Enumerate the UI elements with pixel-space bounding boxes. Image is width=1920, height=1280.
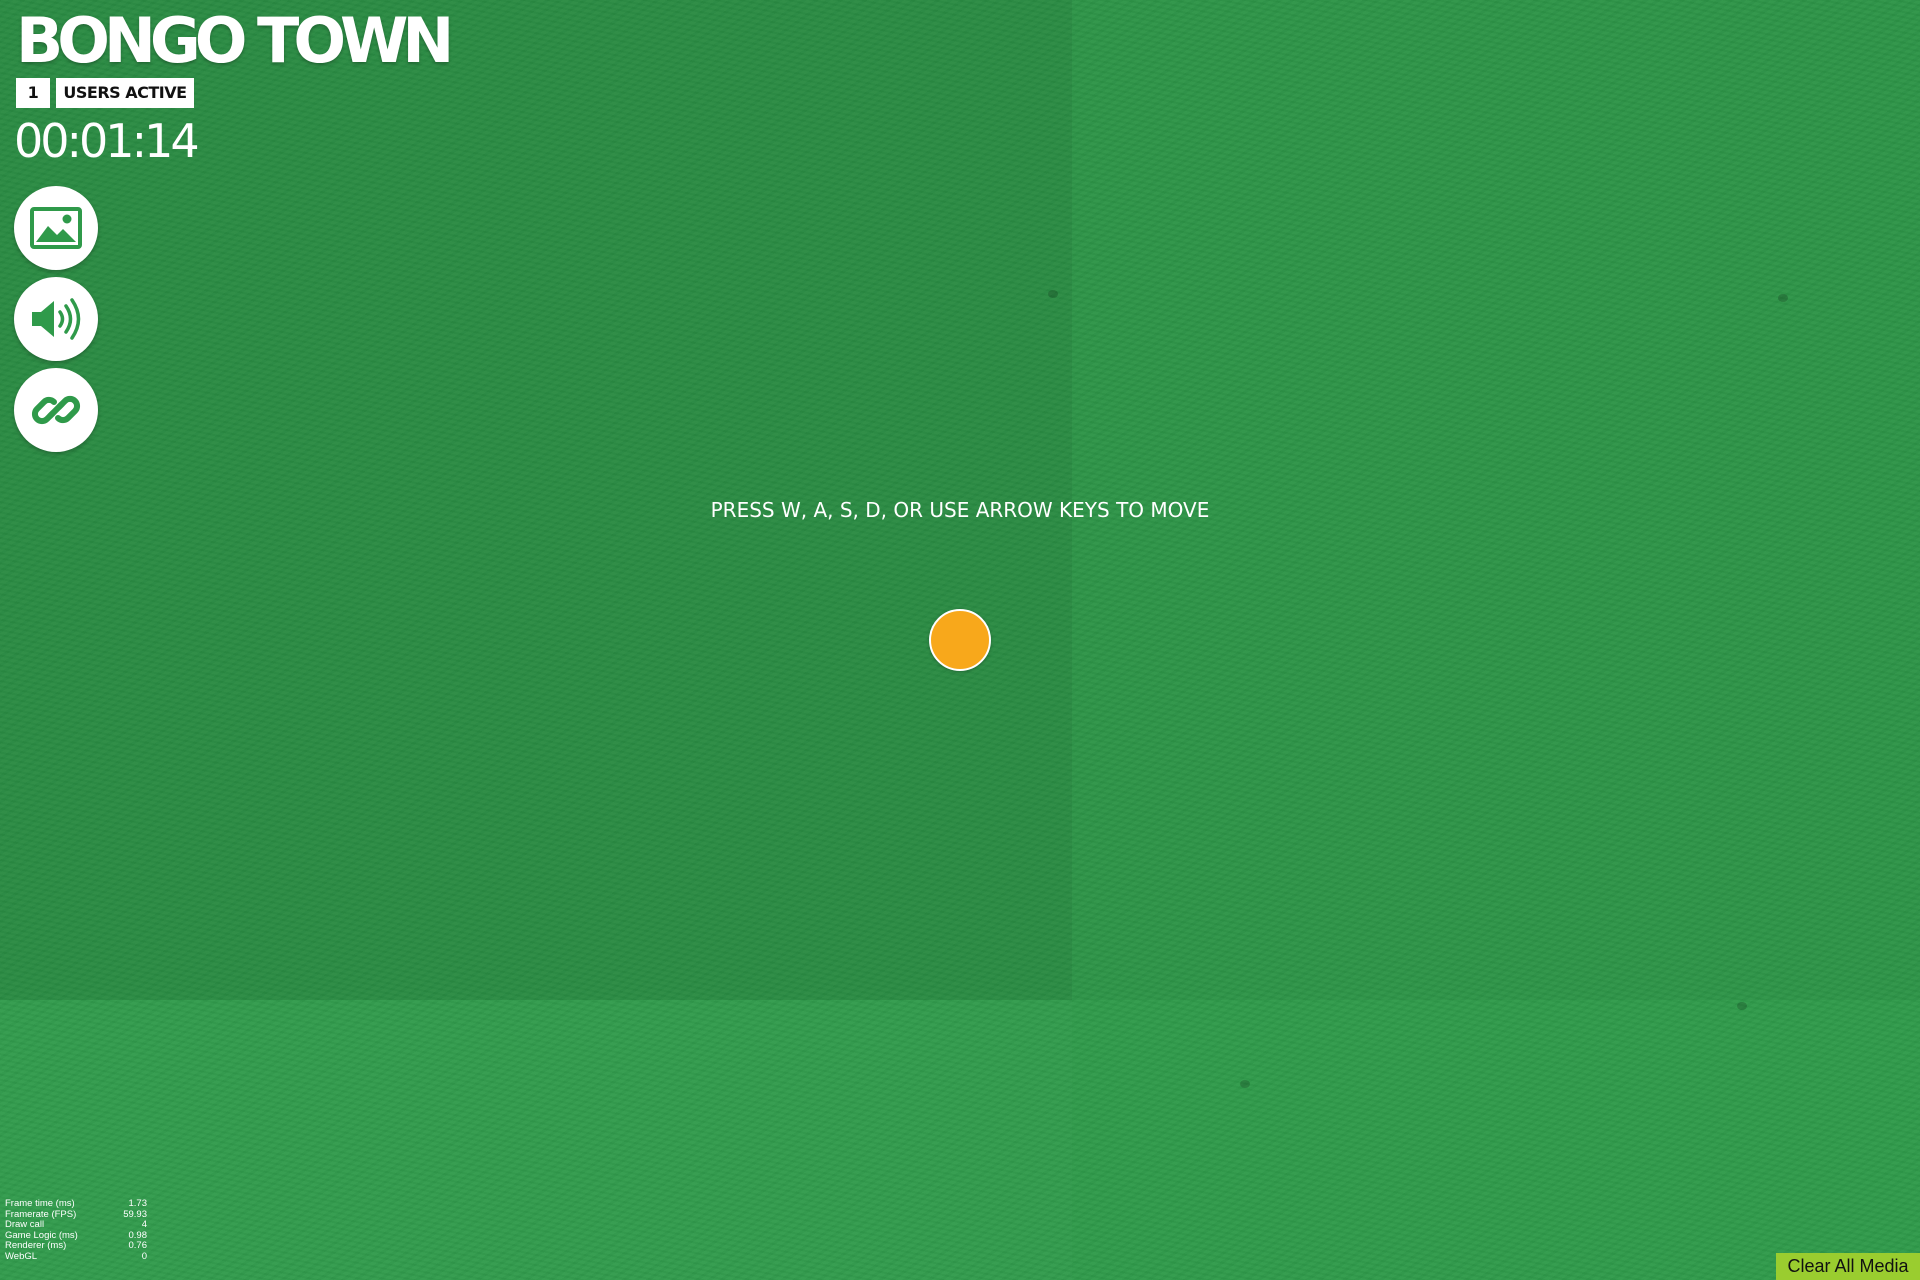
ground-speck — [1048, 290, 1058, 298]
stat-row: Draw call 4 — [5, 1219, 147, 1231]
users-active-badge: 1 USERS ACTIVE — [16, 78, 194, 108]
stat-label: Frame time (ms) — [5, 1198, 75, 1209]
ground-speck — [1778, 294, 1788, 302]
player-avatar[interactable] — [929, 609, 991, 671]
stat-label: Draw call — [5, 1219, 45, 1230]
users-active-label: USERS ACTIVE — [56, 78, 194, 108]
clear-all-media-button[interactable]: Clear All Media — [1776, 1253, 1920, 1280]
image-icon — [30, 207, 82, 249]
stat-value: 4 — [141, 1219, 147, 1230]
stat-row: Frame time (ms) 1.73 — [5, 1198, 148, 1210]
world-tile-bottom-left — [0, 1000, 1072, 1280]
movement-instructions: PRESS W, A, S, D, OR USE ARROW KEYS TO M… — [710, 498, 1210, 522]
stat-value: 0 — [141, 1250, 147, 1262]
stat-value: 0.76 — [128, 1240, 148, 1251]
add-image-button[interactable] — [14, 186, 98, 270]
stat-row: Renderer (ms) 0.76 — [5, 1240, 148, 1252]
stat-row: WebGL 0 — [5, 1250, 147, 1263]
link-icon — [31, 385, 81, 435]
performance-stats: Frame time (ms) 1.73 Framerate (FPS) 59.… — [5, 1198, 148, 1263]
ground-speck — [1240, 1080, 1250, 1088]
stat-label: Renderer (ms) — [5, 1240, 67, 1251]
app-logo: BONGO TOWN — [16, 4, 454, 77]
stat-label: WebGL — [5, 1250, 38, 1262]
sound-icon — [29, 297, 83, 341]
users-active-count: 1 — [16, 78, 50, 108]
ground-speck — [1737, 1002, 1747, 1010]
add-link-button[interactable] — [14, 368, 98, 452]
stat-value: 1.73 — [128, 1198, 148, 1209]
add-sound-button[interactable] — [14, 277, 98, 361]
session-timer: 00:01:14 — [14, 114, 200, 168]
world-tile-bottom-right — [1072, 1000, 1920, 1280]
